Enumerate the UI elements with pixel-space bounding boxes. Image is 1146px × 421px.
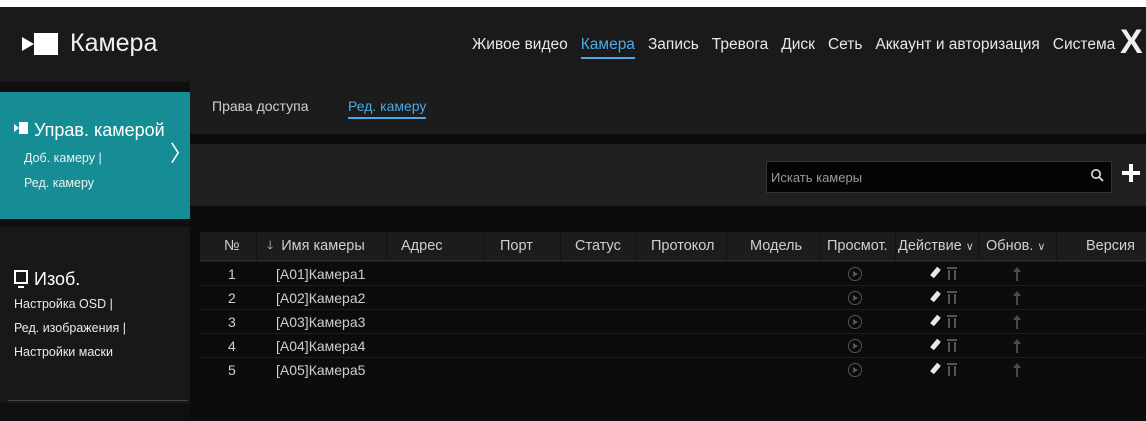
table-row[interactable]: 3 [A03]Камера3: [200, 309, 1146, 333]
row-camera-name: [A03]Камера3: [276, 313, 366, 330]
nav-alarm[interactable]: Тревога: [712, 36, 768, 59]
col-action[interactable]: Действие ∨: [898, 232, 974, 260]
sidebar-divider: [8, 400, 188, 401]
edit-icon[interactable]: [929, 315, 941, 328]
nav-account[interactable]: Аккаунт и авторизация: [875, 36, 1039, 59]
play-icon[interactable]: [848, 266, 862, 281]
sidebar: Управ. камерой Доб. камеру | Ред. камеру…: [0, 82, 193, 421]
camera-icon: [20, 30, 60, 58]
close-icon[interactable]: X: [1120, 23, 1143, 62]
upgrade-icon[interactable]: [1013, 362, 1021, 377]
search-input[interactable]: [767, 162, 1077, 192]
nav-camera[interactable]: Камера: [580, 36, 635, 59]
sidebar-item-mask[interactable]: Настройки маски: [14, 345, 113, 359]
row-camera-name: [A01]Камера1: [276, 265, 366, 282]
row-camera-name: [A04]Камера4: [276, 337, 366, 354]
row-camera-name: [A05]Камера5: [276, 361, 366, 378]
sidebar-group-image[interactable]: Изоб. Настройка OSD | Ред. изображения |…: [0, 227, 190, 403]
monitor-icon: [14, 270, 28, 288]
table-row[interactable]: 5 [A05]Камера5: [200, 357, 1146, 381]
sort-down-icon[interactable]: 🡓: [267, 236, 273, 257]
row-number: 3: [228, 313, 236, 330]
col-version[interactable]: Версия: [1086, 232, 1135, 260]
play-icon[interactable]: [848, 314, 862, 329]
top-bar: Камера Живое видео Камера Запись Тревога…: [0, 7, 1146, 82]
sidebar-item-image-edit[interactable]: Ред. изображения |: [14, 321, 126, 335]
camera-icon: [14, 122, 28, 134]
delete-icon[interactable]: [947, 291, 957, 304]
app-window: Камера Живое видео Камера Запись Тревога…: [0, 7, 1146, 421]
sidebar-group-camera[interactable]: Управ. камерой Доб. камеру | Ред. камеру…: [0, 92, 193, 219]
col-address[interactable]: Адрес: [401, 232, 443, 260]
toolbar: [190, 144, 1146, 206]
row-number: 4: [228, 337, 236, 354]
play-icon[interactable]: [848, 362, 862, 377]
table-row[interactable]: 2 [A02]Камера2: [200, 285, 1146, 309]
app-title: Камера: [20, 29, 157, 58]
nav-record[interactable]: Запись: [648, 36, 699, 59]
nav-disk[interactable]: Диск: [781, 36, 815, 59]
play-icon[interactable]: [848, 338, 862, 353]
edit-icon[interactable]: [929, 267, 941, 280]
edit-icon[interactable]: [929, 339, 941, 352]
search-icon[interactable]: [1090, 168, 1104, 182]
sidebar-group-image-title[interactable]: Изоб.: [14, 269, 80, 290]
nav-network[interactable]: Сеть: [828, 36, 862, 59]
col-port[interactable]: Порт: [500, 232, 533, 260]
sidebar-group-camera-title[interactable]: Управ. камерой: [14, 120, 165, 141]
col-model[interactable]: Модель: [750, 232, 802, 260]
upgrade-icon[interactable]: [1013, 290, 1021, 305]
table-header: № 🡓 Имя камеры Адрес Порт Статус Протокол…: [200, 232, 1146, 261]
camera-table: № 🡓 Имя камеры Адрес Порт Статус Протокол…: [200, 232, 1146, 381]
delete-icon[interactable]: [947, 267, 957, 280]
play-icon[interactable]: [848, 290, 862, 305]
upgrade-icon[interactable]: [1013, 314, 1021, 329]
edit-icon[interactable]: [929, 291, 941, 304]
sidebar-item-edit-camera[interactable]: Ред. камеру: [24, 176, 94, 190]
col-protocol[interactable]: Протокол: [651, 232, 715, 260]
nav-system[interactable]: Система: [1053, 36, 1115, 59]
dropdown-icon[interactable]: ∨: [966, 240, 974, 253]
col-number[interactable]: №: [224, 232, 240, 260]
col-camera-name[interactable]: 🡓 Имя камеры: [267, 232, 365, 260]
delete-icon[interactable]: [947, 363, 957, 376]
col-update[interactable]: Обнов. ∨: [986, 232, 1045, 260]
tab-access-rights[interactable]: Права доступа: [212, 98, 308, 114]
row-number: 1: [228, 265, 236, 282]
tab-edit-camera[interactable]: Ред. камеру: [348, 98, 427, 119]
table-row[interactable]: 4 [A04]Камера4: [200, 333, 1146, 357]
row-number: 5: [228, 361, 236, 378]
upgrade-icon[interactable]: [1013, 338, 1021, 353]
table-row[interactable]: 1 [A01]Камера1: [200, 261, 1146, 285]
row-number: 2: [228, 289, 236, 306]
upgrade-icon[interactable]: [1013, 266, 1021, 281]
sidebar-item-add-camera[interactable]: Доб. камеру |: [24, 151, 102, 165]
delete-icon[interactable]: [947, 339, 957, 352]
app-title-text: Камера: [70, 29, 158, 57]
top-navigation: Живое видео Камера Запись Тревога Диск С…: [472, 36, 1128, 59]
search-box[interactable]: [766, 161, 1112, 193]
sidebar-item-osd[interactable]: Настройка OSD |: [14, 297, 113, 311]
col-preview[interactable]: Просмот.: [827, 232, 888, 260]
tab-bar: Права доступа Ред. камеру: [190, 82, 1146, 134]
chevron-right-icon: 〉: [170, 141, 193, 166]
row-camera-name: [A02]Камера2: [276, 289, 366, 306]
dropdown-icon[interactable]: ∨: [1037, 240, 1045, 253]
main-content: Права доступа Ред. камеру № 🡓Имя камеры …: [190, 82, 1146, 421]
edit-icon[interactable]: [929, 363, 941, 376]
delete-icon[interactable]: [947, 315, 957, 328]
add-icon[interactable]: [1122, 164, 1140, 182]
nav-live-video[interactable]: Живое видео: [472, 36, 568, 59]
col-status[interactable]: Статус: [575, 232, 621, 260]
